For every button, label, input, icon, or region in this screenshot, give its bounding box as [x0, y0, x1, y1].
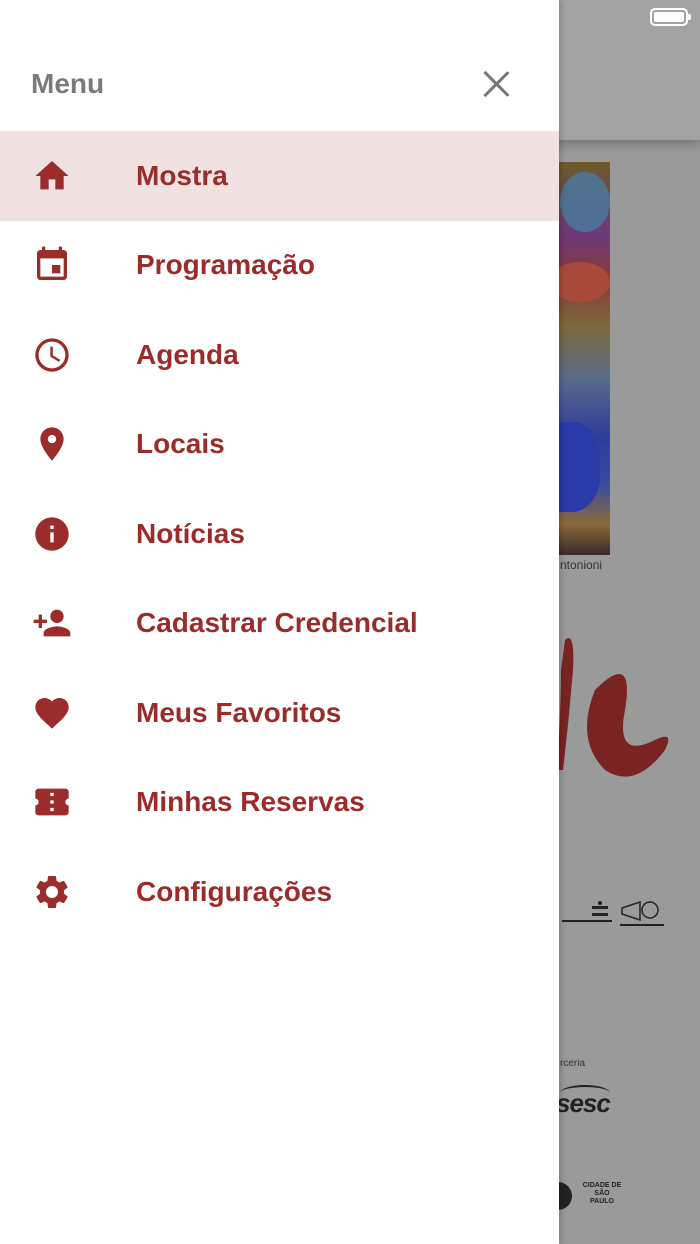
- menu-item-label: Programação: [136, 249, 315, 281]
- location-pin-icon: [32, 424, 72, 464]
- info-icon: [32, 514, 72, 554]
- menu-item-agenda[interactable]: Agenda: [0, 310, 559, 400]
- poster-caption: ntonioni: [560, 558, 603, 572]
- drawer-title: Menu: [31, 68, 105, 99]
- city-logo: CIDADE DE SÃO PAULO: [582, 1182, 622, 1205]
- menu-item-meus-favoritos[interactable]: Meus Favoritos: [0, 668, 559, 758]
- home-icon: [32, 156, 72, 196]
- menu-item-noticias[interactable]: Notícias: [0, 489, 559, 579]
- menu-item-minhas-reservas[interactable]: Minhas Reservas: [0, 758, 559, 848]
- menu-item-label: Configurações: [136, 875, 333, 907]
- menu-item-label: Minhas Reservas: [136, 786, 365, 818]
- menu-item-label: Mostra: [136, 159, 228, 191]
- ticket-icon: [32, 782, 72, 822]
- drawer-header: Menu: [0, 0, 559, 131]
- clock-icon: [32, 335, 72, 375]
- menu-item-label: Notícias: [136, 517, 245, 549]
- gear-icon: [32, 872, 72, 912]
- battery-icon: [650, 8, 691, 26]
- menu-item-mostra[interactable]: Mostra: [0, 131, 559, 221]
- calendar-icon: [32, 245, 72, 285]
- menu-item-label: Meus Favoritos: [136, 696, 342, 728]
- add-user-icon: [32, 603, 72, 643]
- sesc-logo: sesc: [556, 1088, 611, 1118]
- brush-stroke-logo: [557, 638, 669, 777]
- close-icon[interactable]: [474, 62, 518, 106]
- navigation-drawer: Menu Mostra Programação Agenda Locais No…: [0, 0, 559, 1244]
- heart-icon: [32, 693, 72, 733]
- menu-item-programacao[interactable]: Programação: [0, 221, 559, 311]
- menu-item-label: Cadastrar Credencial: [136, 607, 418, 639]
- menu-item-label: Agenda: [136, 338, 239, 370]
- menu-item-configuracoes[interactable]: Configurações: [0, 847, 559, 937]
- menu-item-cadastrar-credencial[interactable]: Cadastrar Credencial: [0, 579, 559, 669]
- sponsor-logos-row: [560, 900, 670, 936]
- sponsor-label: rceria: [560, 1058, 586, 1069]
- drawer-menu: Mostra Programação Agenda Locais Notícia: [0, 131, 559, 937]
- menu-item-label: Locais: [136, 428, 225, 460]
- menu-item-locais[interactable]: Locais: [0, 400, 559, 490]
